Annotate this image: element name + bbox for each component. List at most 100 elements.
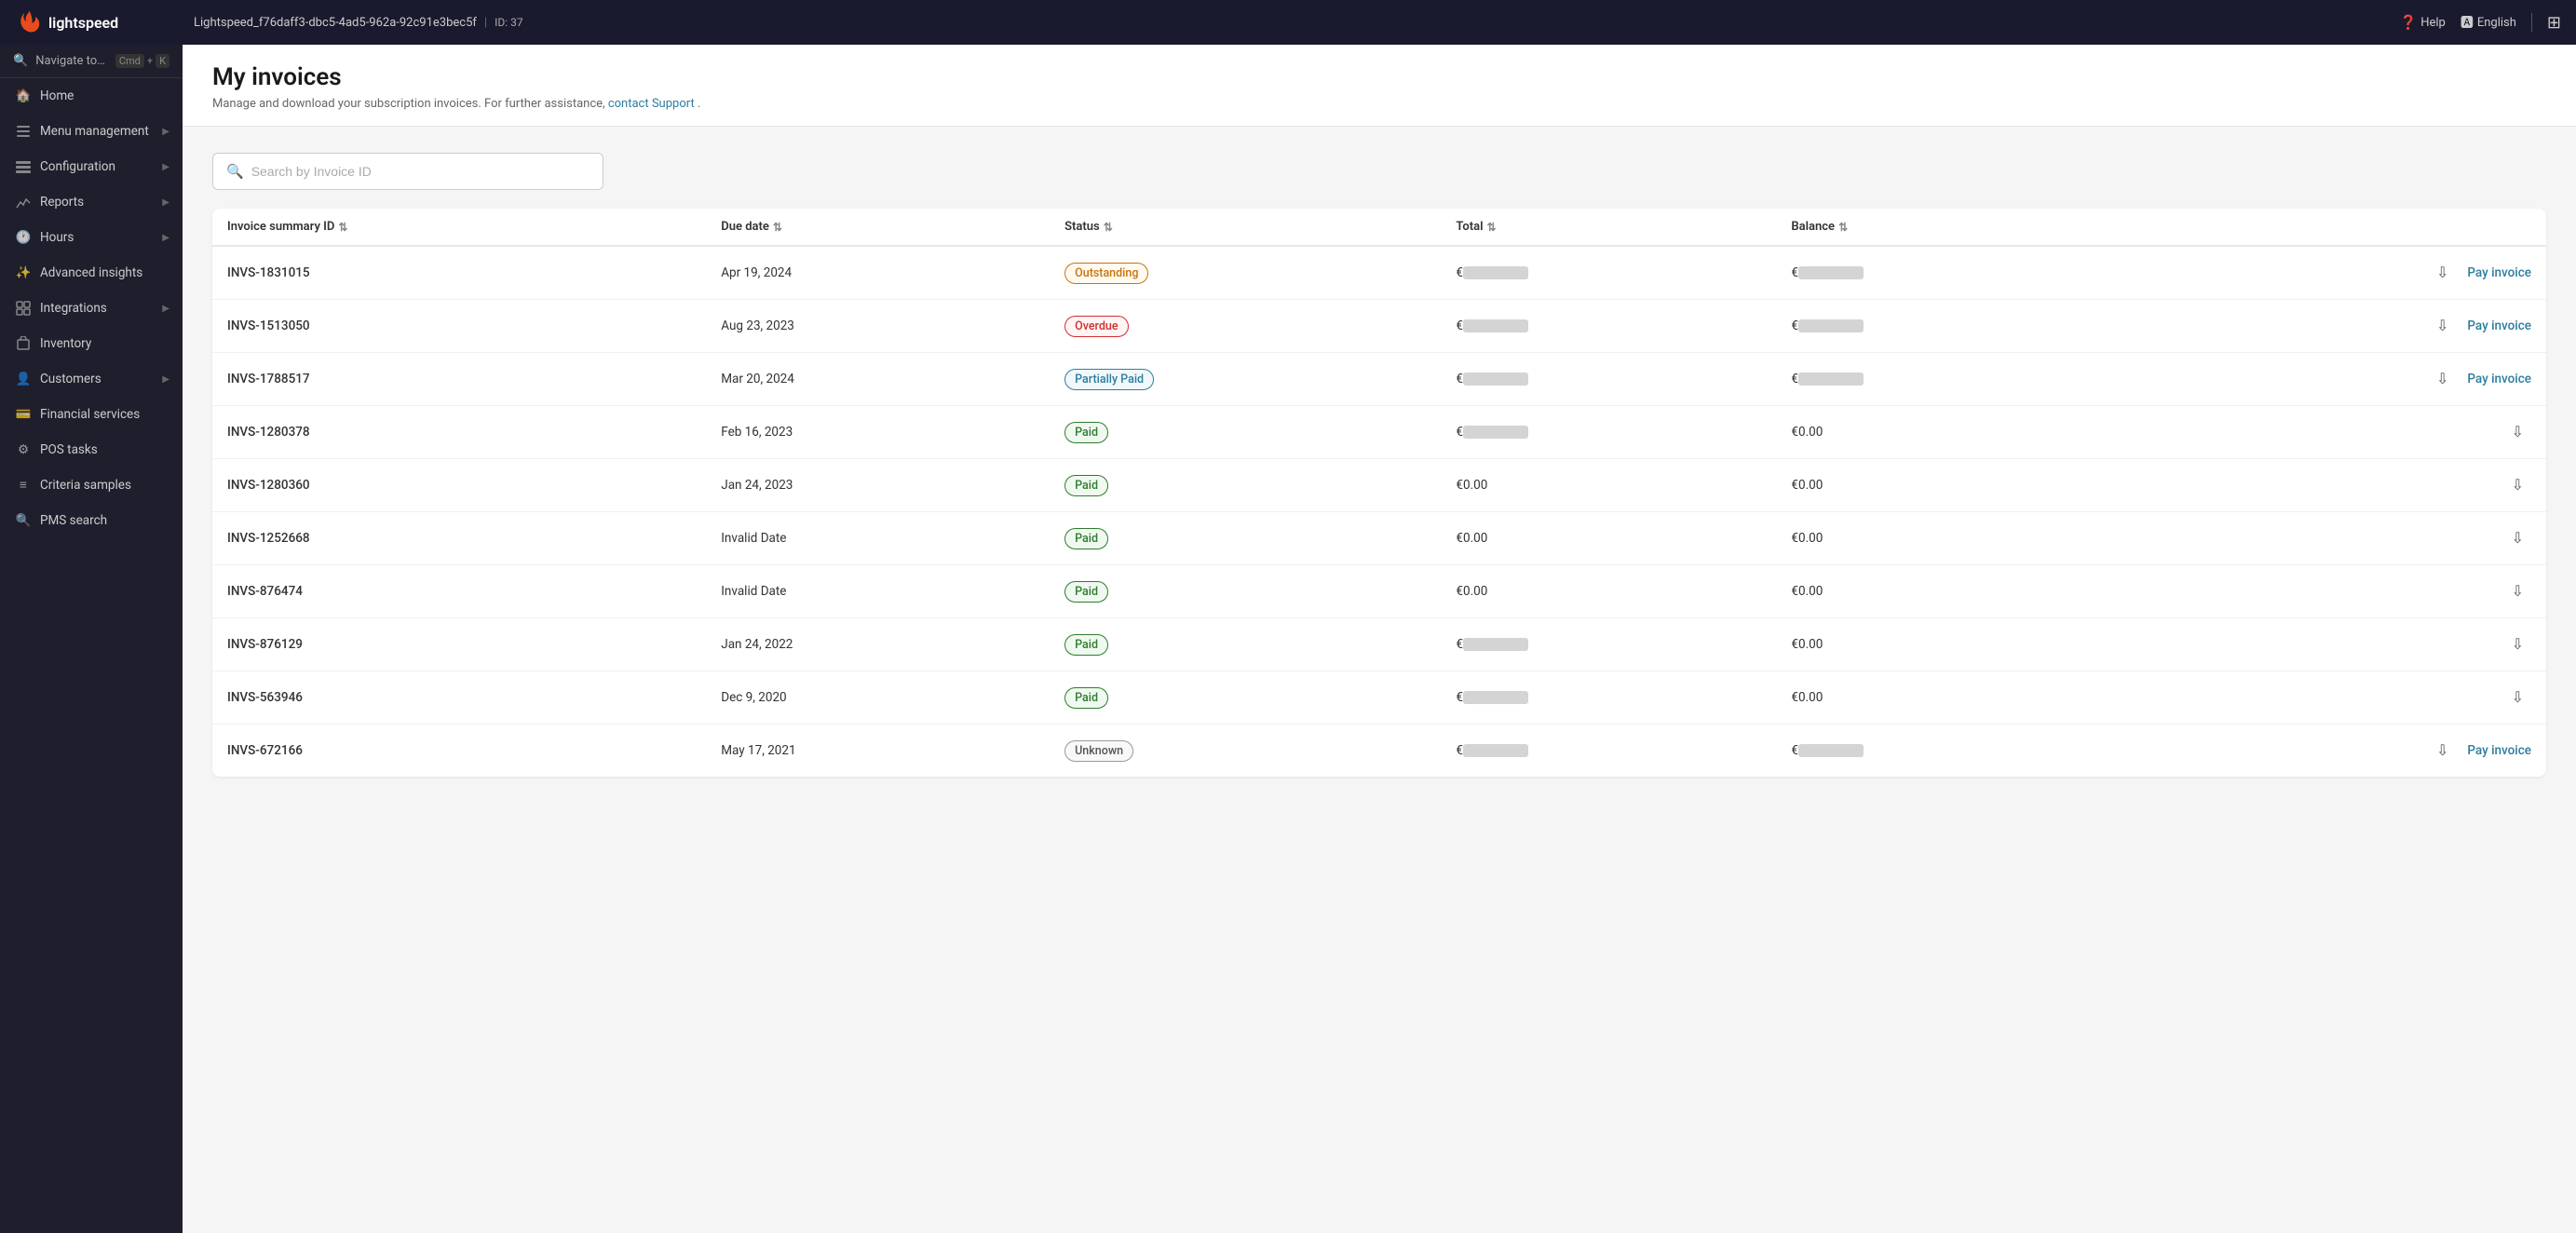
download-icon: ⇩ <box>2512 531 2524 547</box>
status-badge: Paid <box>1064 528 1108 549</box>
inventory-icon <box>16 336 31 351</box>
total-cell: €0.00 <box>1441 459 1776 512</box>
download-icon: ⇩ <box>2436 265 2448 281</box>
actions-cell: ⇩ <box>2111 406 2546 459</box>
status-cell: Paid <box>1050 459 1441 512</box>
sidebar-item-integrations[interactable]: Integrations ▶ <box>0 291 183 326</box>
sidebar-item-inventory[interactable]: Inventory <box>0 326 183 361</box>
main-content: My invoices Manage and download your sub… <box>183 45 2576 1233</box>
insights-icon: ✨ <box>16 265 31 280</box>
pos-icon: ⚙ <box>16 442 31 457</box>
topbar-divider <box>2531 13 2532 32</box>
status-badge: Outstanding <box>1064 263 1148 284</box>
actions-cell: ⇩ <box>2111 512 2546 565</box>
download-button[interactable]: ⇩ <box>2429 260 2456 286</box>
search-icon: 🔍 <box>13 54 28 68</box>
breadcrumb: Lightspeed_f76daff3-dbc5-4ad5-962a-92c91… <box>194 16 2389 30</box>
due-date-cell: Invalid Date <box>706 565 1050 618</box>
sidebar-item-customers[interactable]: 👤 Customers ▶ <box>0 361 183 397</box>
kbd-cmd: Cmd <box>115 54 144 68</box>
page-subtitle: Manage and download your subscription in… <box>212 97 2546 111</box>
chevron-right-icon: ▶ <box>162 127 169 137</box>
help-icon: ❓ <box>2400 14 2418 31</box>
sidebar-item-home[interactable]: 🏠 Home <box>0 78 183 114</box>
pay-invoice-link[interactable]: Pay invoice <box>2467 265 2531 280</box>
table-row: INVS-1280378Feb 16, 2023Paid€€0.00⇩ <box>212 406 2546 459</box>
page-title: My invoices <box>212 63 2546 91</box>
apps-button[interactable]: ⊞ <box>2547 13 2561 33</box>
due-date-cell: Invalid Date <box>706 512 1050 565</box>
redacted-value <box>1798 266 1864 279</box>
invoice-id-cell: INVS-672166 <box>212 725 706 778</box>
search-wrapper: 🔍 <box>212 153 2546 190</box>
sort-icon: ⇅ <box>1838 221 1848 234</box>
status-badge: Paid <box>1064 687 1108 709</box>
sidebar-label-financial-services: Financial services <box>40 407 140 422</box>
balance-cell: € <box>1776 246 2111 300</box>
sidebar-item-configuration[interactable]: Configuration ▶ <box>0 149 183 184</box>
invoice-id-cell: INVS-1252668 <box>212 512 706 565</box>
invoice-id-cell: INVS-1831015 <box>212 246 706 300</box>
language-selector[interactable]: 🅰 English <box>2461 13 2516 32</box>
search-input[interactable] <box>251 164 590 179</box>
sidebar-label-customers: Customers <box>40 372 102 386</box>
download-button[interactable]: ⇩ <box>2504 525 2531 551</box>
due-date-cell: Apr 19, 2024 <box>706 246 1050 300</box>
help-button[interactable]: ❓ Help <box>2400 14 2446 31</box>
sort-total[interactable]: Total ⇅ <box>1456 220 1496 234</box>
status-badge: Paid <box>1064 634 1108 656</box>
sidebar-label-pos-tasks: POS tasks <box>40 442 98 457</box>
sidebar-label-menu-management: Menu management <box>40 124 149 139</box>
pay-invoice-link[interactable]: Pay invoice <box>2467 743 2531 758</box>
integrations-icon <box>16 301 31 316</box>
sidebar: 🔍 Navigate to… Cmd + K 🏠 Home Menu manag… <box>0 45 183 1233</box>
kbd-k: K <box>156 54 169 68</box>
sidebar-item-hours[interactable]: 🕐 Hours ▶ <box>0 220 183 255</box>
invoice-id-cell: INVS-876474 <box>212 565 706 618</box>
sidebar-item-pms-search[interactable]: 🔍 PMS search <box>0 503 183 538</box>
sidebar-item-reports[interactable]: Reports ▶ <box>0 184 183 220</box>
invoice-id-cell: INVS-563946 <box>212 671 706 725</box>
brand: lightspeed <box>15 9 183 35</box>
sidebar-item-financial-services[interactable]: 💳 Financial services <box>0 397 183 432</box>
total-cell: €0.00 <box>1441 512 1776 565</box>
sidebar-label-inventory: Inventory <box>40 336 91 351</box>
layout: 🔍 Navigate to… Cmd + K 🏠 Home Menu manag… <box>0 45 2576 1233</box>
sidebar-item-criteria-samples[interactable]: ≡ Criteria samples <box>0 467 183 503</box>
pay-invoice-link[interactable]: Pay invoice <box>2467 318 2531 333</box>
sidebar-item-menu-management[interactable]: Menu management ▶ <box>0 114 183 149</box>
download-button[interactable]: ⇩ <box>2429 313 2456 339</box>
pay-invoice-link[interactable]: Pay invoice <box>2467 372 2531 386</box>
sidebar-item-pos-tasks[interactable]: ⚙ POS tasks <box>0 432 183 467</box>
download-button[interactable]: ⇩ <box>2504 472 2531 498</box>
balance-cell: € <box>1776 725 2111 778</box>
lang-icon: 🅰 <box>2461 13 2474 32</box>
sort-status[interactable]: Status ⇅ <box>1064 220 1113 234</box>
support-link[interactable]: contact Support <box>608 97 695 111</box>
actions-cell: ⇩ Pay invoice <box>2111 725 2546 778</box>
redacted-value <box>1798 373 1864 386</box>
criteria-icon: ≡ <box>16 478 31 493</box>
table-row: INVS-876474Invalid DatePaid€0.00€0.00⇩ <box>212 565 2546 618</box>
download-button[interactable]: ⇩ <box>2429 738 2456 764</box>
navigate-to-button[interactable]: 🔍 Navigate to… Cmd + K <box>0 45 183 78</box>
due-date-cell: Mar 20, 2024 <box>706 353 1050 406</box>
download-button[interactable]: ⇩ <box>2504 631 2531 657</box>
download-button[interactable]: ⇩ <box>2504 419 2531 445</box>
table-row: INVS-876129Jan 24, 2022Paid€€0.00⇩ <box>212 618 2546 671</box>
content-area: 🔍 Invoice summary ID ⇅ <box>183 127 2576 1233</box>
download-button[interactable]: ⇩ <box>2429 366 2456 392</box>
download-button[interactable]: ⇩ <box>2504 684 2531 711</box>
redacted-value <box>1463 266 1528 279</box>
due-date-cell: Jan 24, 2022 <box>706 618 1050 671</box>
redacted-value <box>1798 319 1864 332</box>
status-cell: Paid <box>1050 512 1441 565</box>
download-button[interactable]: ⇩ <box>2504 578 2531 604</box>
balance-cell: €0.00 <box>1776 671 2111 725</box>
actions-cell: ⇩ Pay invoice <box>2111 353 2546 406</box>
sidebar-item-advanced-insights[interactable]: ✨ Advanced insights <box>0 255 183 291</box>
sort-due-date[interactable]: Due date ⇅ <box>721 220 782 234</box>
sort-balance[interactable]: Balance ⇅ <box>1791 220 1848 234</box>
status-badge: Paid <box>1064 475 1108 496</box>
sort-invoice-id[interactable]: Invoice summary ID ⇅ <box>227 220 347 234</box>
